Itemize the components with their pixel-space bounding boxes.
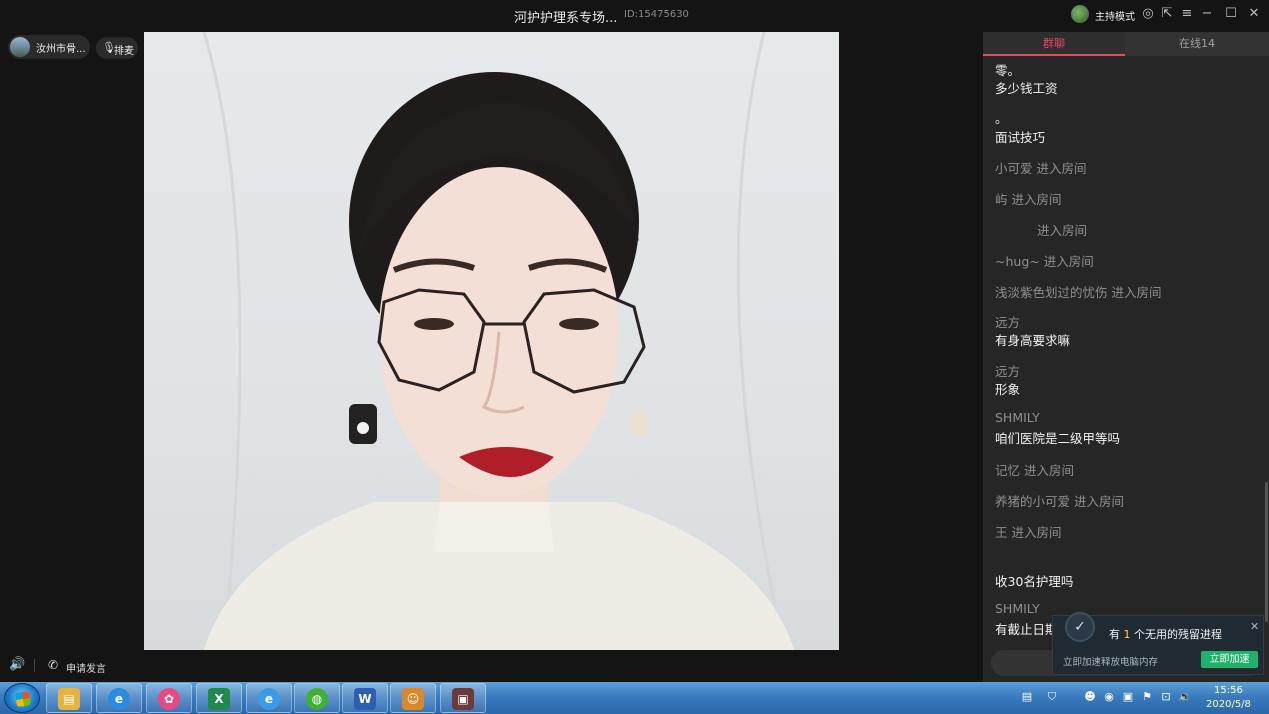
pinwheel-icon: ✿: [158, 688, 180, 710]
mic-queue-label: 排麦: [114, 46, 134, 57]
word-icon: W: [354, 688, 376, 710]
system-message: 浅淡紫色划过的忧伤 进入房间: [995, 285, 1162, 300]
menu-icon[interactable]: ≡: [1180, 6, 1194, 22]
system-message: 进入房间: [1037, 223, 1088, 238]
room-id: ID:15475630: [624, 9, 689, 20]
divider: [34, 659, 35, 672]
taskbar-app-excel[interactable]: X: [196, 683, 242, 713]
chat-message: 形象: [995, 382, 1021, 397]
volume-tray-icon[interactable]: 🔉: [1178, 690, 1192, 704]
tab-online[interactable]: 在线14: [1125, 32, 1269, 56]
system-message: 记忆 进入房间: [995, 463, 1074, 478]
video-stream: [144, 32, 839, 650]
taskbar-app-word[interactable]: W: [342, 683, 388, 713]
taskbar-app-wechat[interactable]: ◍: [294, 683, 340, 713]
taskbar-app-internet-explorer[interactable]: e: [246, 683, 292, 713]
close-icon[interactable]: ✕: [1247, 6, 1261, 22]
microphone-icon: 🎙: [102, 41, 116, 54]
clock-date[interactable]: 2020/5/8: [1206, 699, 1251, 710]
chat-message: 多少钱工资: [995, 81, 1058, 96]
host-mode-label[interactable]: 主持模式: [1095, 8, 1135, 23]
system-message: 王 进入房间: [995, 525, 1062, 540]
apply-speak-button[interactable]: 申请发言: [66, 660, 106, 675]
speaker-user-name: 汝州市骨...: [36, 44, 86, 55]
browser-tray-icon[interactable]: ◉: [1102, 690, 1116, 704]
browser-360-icon: e: [108, 688, 130, 710]
taskbar-app-browser-360[interactable]: e: [96, 683, 142, 713]
chat-message: 有截止日期: [995, 622, 1058, 637]
taskbar-app-live[interactable]: ▣: [440, 683, 486, 713]
shield-icon: ✓: [1065, 612, 1095, 642]
qq-icon[interactable]: ☻: [1083, 690, 1097, 704]
title-bar: 河护护理系专场... ID:15475630 主持模式 ◎ ⇱ ≡ − ☐ ✕: [0, 0, 1269, 30]
internet-explorer-icon: e: [258, 688, 280, 710]
security-shield-icon[interactable]: ⛉: [1045, 690, 1059, 704]
chat-nickname: SHMILY: [995, 601, 1040, 616]
chat-tabs: 群聊 在线14: [983, 32, 1269, 56]
chat-nickname: 远方: [995, 364, 1021, 379]
tab-group-chat[interactable]: 群聊: [983, 32, 1125, 56]
settings-icon[interactable]: ◎: [1141, 6, 1155, 22]
keyboard-icon[interactable]: ▤: [1020, 690, 1034, 704]
avatar: [10, 37, 30, 57]
volume-icon[interactable]: 🔊: [9, 658, 25, 672]
speaker-video-frame: [202, 32, 794, 650]
chat-nickname: SHMILY: [995, 410, 1040, 425]
chat-message: 面试技巧: [995, 130, 1046, 145]
folder-icon: ▤: [58, 688, 80, 710]
flag-icon[interactable]: ⚑: [1140, 690, 1154, 704]
room-title: 河护护理系专场...: [514, 11, 618, 26]
wechat-icon: ◍: [306, 688, 328, 710]
chat-message: 零。: [995, 63, 1021, 78]
minimize-icon[interactable]: −: [1200, 6, 1214, 22]
mic-queue-button[interactable]: 🎙 排麦: [96, 37, 138, 59]
system-message: 养猪的小可爱 进入房间: [995, 494, 1124, 509]
speaker-user-chip[interactable]: 汝州市骨...: [8, 35, 90, 59]
close-icon[interactable]: ✕: [1250, 620, 1259, 633]
live-app-icon: ▣: [452, 688, 474, 710]
speed-up-button[interactable]: 立即加速: [1201, 651, 1258, 668]
network-icon[interactable]: ⊡: [1159, 690, 1173, 704]
chat-scrollbar[interactable]: [1265, 482, 1268, 622]
cleanup-notification: ✓ 有 1 个无用的残留进程 立即加速释放电脑内存 立即加速 ✕: [1052, 612, 1264, 675]
host-avatar[interactable]: [1071, 5, 1089, 23]
game-icon: ☺: [402, 688, 424, 710]
chat-nickname: 远方: [995, 315, 1021, 330]
notification-title: 有 1 个无用的残留进程: [1109, 628, 1222, 641]
app-tray-icon[interactable]: ▣: [1121, 690, 1135, 704]
start-button[interactable]: [4, 683, 40, 713]
taskbar: ▤ e ✿ X e ◍ W ☺ ▣: [0, 682, 1269, 714]
phone-icon[interactable]: ✆: [48, 658, 62, 672]
chat-message: 咱们医院是二级甲等吗: [995, 431, 1121, 446]
chat-message: 有身高要求嘛: [995, 333, 1071, 348]
windows-logo-icon: [15, 691, 31, 707]
taskbar-app-file-explorer[interactable]: ▤: [46, 683, 92, 713]
maximize-icon[interactable]: ☐: [1224, 6, 1238, 22]
notification-subtitle: 立即加速释放电脑内存: [1063, 657, 1159, 668]
share-icon[interactable]: ⇱: [1160, 6, 1174, 22]
chat-panel: 群聊 在线14 零。 多少钱工资 。 面试技巧 小可爱 进入房间 屿 进入房间 …: [983, 32, 1269, 682]
taskbar-app-pinwheel[interactable]: ✿: [146, 683, 192, 713]
chat-message: 。: [995, 111, 1008, 126]
chat-message: 收30名护理吗: [995, 574, 1074, 589]
system-message: 小可爱 进入房间: [995, 161, 1087, 176]
excel-icon: X: [208, 688, 230, 710]
clock-time[interactable]: 15:56: [1214, 685, 1243, 696]
taskbar-app-game[interactable]: ☺: [390, 683, 436, 713]
system-message: ~hug~ 进入房间: [995, 254, 1094, 269]
system-message: 屿 进入房间: [995, 192, 1062, 207]
